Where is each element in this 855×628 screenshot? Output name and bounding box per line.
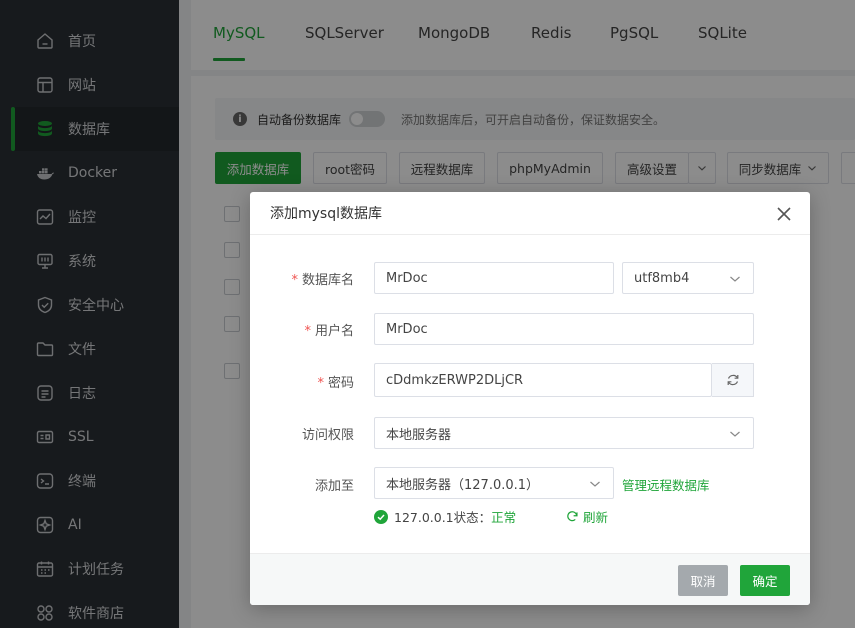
add-database-dialog: 添加mysql数据库 * 数据库名 MrDoc utf8mb4 * 用户名 MrDo… — [250, 192, 810, 605]
password-input[interactable]: cDdmkzERWP2DLjCR — [374, 363, 712, 397]
dialog-header: 添加mysql数据库 — [250, 192, 810, 235]
server-value: 本地服务器（127.0.0.1） — [386, 477, 540, 493]
username-label-text: 用户名 — [314, 324, 354, 339]
cancel-button[interactable]: 取消 — [678, 565, 728, 596]
required-marker: * — [291, 273, 298, 288]
add-to-label: 添加至 — [314, 479, 354, 494]
password-label: * 密码 — [317, 372, 354, 391]
access-select[interactable]: 本地服务器 — [374, 417, 754, 449]
dialog-footer: 取消 确定 — [250, 553, 810, 605]
charset-value: utf8mb4 — [634, 270, 690, 286]
check-circle-icon — [374, 509, 388, 524]
dialog-body: * 数据库名 MrDoc utf8mb4 * 用户名 MrDoc * 密码 cDdmk… — [250, 235, 810, 553]
required-marker: * — [304, 324, 311, 339]
username-input[interactable]: MrDoc — [374, 313, 754, 345]
status-prefix: 127.0.0.1状态： — [394, 510, 492, 525]
required-marker: * — [317, 376, 324, 391]
db-name-label: * 数据库名 — [291, 269, 354, 288]
password-label-text: 密码 — [327, 376, 354, 391]
charset-select[interactable]: utf8mb4 — [622, 262, 754, 294]
status-value: 正常 — [491, 510, 517, 525]
db-name-label-text: 数据库名 — [301, 273, 354, 288]
server-select[interactable]: 本地服务器（127.0.0.1） — [374, 467, 614, 499]
close-icon[interactable] — [776, 206, 792, 222]
access-label: 访问权限 — [301, 428, 354, 443]
confirm-button[interactable]: 确定 — [740, 565, 790, 596]
chevron-down-icon — [730, 276, 740, 282]
db-name-input[interactable]: MrDoc — [374, 262, 614, 294]
refresh-status-link[interactable]: 刷新 — [566, 507, 608, 526]
username-label: * 用户名 — [304, 320, 354, 339]
dialog-title: 添加mysql数据库 — [270, 206, 382, 222]
refresh-icon — [727, 374, 738, 386]
manage-remote-db-link[interactable]: 管理远程数据库 — [622, 475, 710, 494]
generate-password-button[interactable] — [712, 363, 754, 397]
access-value: 本地服务器 — [386, 427, 452, 443]
refresh-icon — [567, 511, 578, 522]
server-status: 127.0.0.1状态： 正常 — [374, 507, 516, 526]
chevron-down-icon — [730, 431, 740, 437]
refresh-label: 刷新 — [583, 510, 609, 525]
chevron-down-icon — [590, 481, 600, 487]
